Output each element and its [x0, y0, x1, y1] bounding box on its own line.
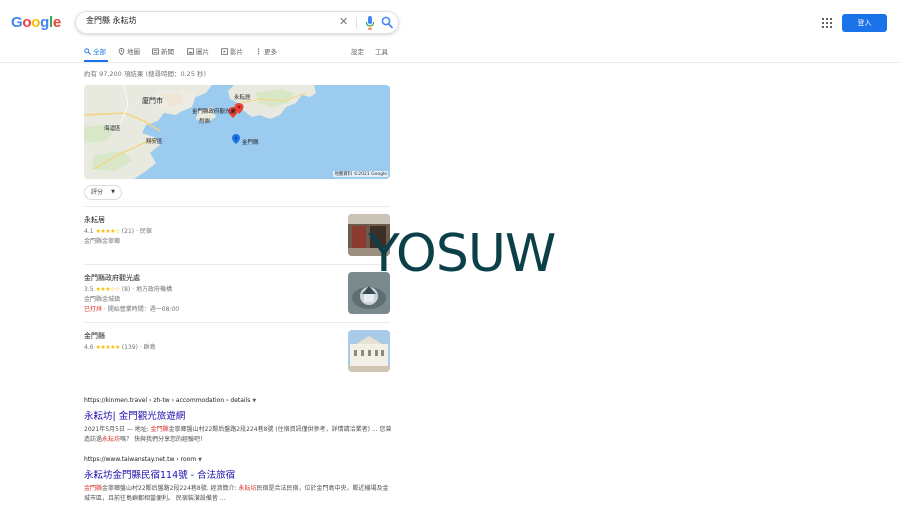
logo-letter: o: [22, 14, 32, 31]
tab-label: 更多: [264, 48, 277, 56]
logo-letter: g: [40, 14, 49, 31]
tab-more[interactable]: 更多: [255, 46, 277, 56]
tab-label: 新聞: [161, 48, 174, 56]
map-pin-icon: [118, 48, 125, 55]
map-label: 金門縣政府觀光處: [192, 109, 237, 115]
snippet-highlight: 永耘坊: [238, 485, 257, 492]
map-label: 永耘居: [234, 95, 251, 101]
result-snippet: 金門縣金寧鄉盤山村22鄰后盤路2段224巷8號. 經濟簡介: 永耘坊民宿是合法民…: [84, 484, 394, 504]
snippet-text: 2021年5月5日 — 地址:: [84, 426, 151, 433]
result-breadcrumb: https://www.taiwanstay.net.tw › room: [84, 456, 197, 463]
place-category: 民宿: [139, 228, 152, 235]
place-name: 金門縣政府觀光處: [84, 274, 140, 282]
map-label: 海滄區: [104, 126, 121, 132]
map-label: 金門縣: [242, 140, 259, 146]
rating-stars: ★★★☆☆: [95, 286, 120, 293]
snippet-text: 金寧鄉盤山村22鄰后盤路2段224巷8號. 經濟簡介:: [102, 485, 239, 492]
search-icon: [84, 48, 91, 55]
tab-all[interactable]: 全部: [84, 46, 106, 56]
result-url[interactable]: https://www.taiwanstay.net.tw › room ▼: [84, 456, 394, 463]
place-name: 永耘居: [84, 216, 105, 224]
chevron-down-icon[interactable]: ▼: [252, 398, 256, 404]
apps-grid-icon[interactable]: [822, 18, 832, 28]
result-snippet: 2021年5月5日 — 地址: 金門縣金寧鄉盤山村22鄰后盤路2段224巷8號 …: [84, 425, 394, 445]
place-result[interactable]: 金門縣政府觀光處 3.5 ★★★☆☆ (8) · 地方政府機構 金門縣金城鎮 已…: [84, 264, 390, 322]
video-icon: [221, 48, 228, 55]
web-result: https://kinmen.travel › zh-tw › accommod…: [84, 397, 394, 445]
result-title-link[interactable]: 永耘坊| 金門觀光旅遊網: [84, 408, 394, 422]
place-name: 金門縣: [84, 332, 105, 340]
result-stats: 約有 97,200 項結果 (搜尋時間：0.25 秒): [84, 70, 207, 78]
result-breadcrumb: https://kinmen.travel › zh-tw › accommod…: [84, 397, 251, 404]
place-photo[interactable]: [348, 330, 390, 372]
microphone-icon[interactable]: [365, 16, 375, 30]
tab-label: 地圖: [127, 48, 140, 56]
chevron-down-icon: ▼: [111, 189, 115, 195]
clear-icon[interactable]: ✕: [339, 16, 348, 28]
tab-videos[interactable]: 影片: [221, 46, 243, 56]
tab-images[interactable]: 圖片: [187, 46, 209, 56]
rating-filter-label: 評分: [91, 189, 104, 196]
rating-value: 4.6: [84, 344, 94, 351]
opening-hours: 開始營業時間：週一08:00: [107, 306, 180, 313]
place-rating: 3.5 ★★★☆☆ (8) · 地方政府機構: [84, 286, 173, 293]
tabs-divider: [0, 62, 900, 63]
tab-label: 影片: [230, 48, 243, 56]
place-category: 地方政府機構: [136, 286, 173, 293]
rating-value: 3.5: [84, 286, 94, 293]
map-credit: 地圖資料 ©2021 Google: [333, 171, 388, 177]
result-url[interactable]: https://kinmen.travel › zh-tw › accommod…: [84, 397, 394, 404]
closed-status: 已打烊: [84, 306, 103, 313]
chevron-down-icon[interactable]: ▼: [198, 457, 202, 463]
tab-label: 圖片: [196, 48, 209, 56]
place-result[interactable]: 永耘居 4.1 ★★★★☆ (21) · 民宿 金門縣金寧鄉: [84, 206, 390, 264]
tab-tools[interactable]: 工具: [375, 46, 388, 56]
map-label: 廈門市: [142, 97, 163, 105]
logo-letter: o: [31, 14, 41, 31]
place-rating: 4.6 ★★★★★ (139) · 群島: [84, 344, 156, 351]
local-map[interactable]: 廈門市 永耘居 金門縣政府觀光處 烈嶼 海滄區 翔安區 金門縣 地圖資料 ©20…: [84, 85, 390, 179]
review-count: (139): [121, 344, 138, 351]
place-rating: 4.1 ★★★★☆ (21) · 民宿: [84, 228, 152, 235]
web-result: https://www.taiwanstay.net.tw › room ▼ 永…: [84, 456, 394, 504]
search-input[interactable]: [86, 16, 326, 25]
rating-value: 4.1: [84, 228, 94, 235]
tab-news[interactable]: 新聞: [152, 46, 174, 56]
news-icon: [152, 48, 159, 55]
tab-settings[interactable]: 設定: [351, 46, 364, 56]
search-icon[interactable]: [381, 16, 393, 29]
watermark: YOSUW: [368, 224, 556, 284]
rating-stars: ★★★★★: [95, 344, 120, 351]
result-title-link[interactable]: 永耘坊金門縣民宿114號 - 合法旅宿: [84, 467, 394, 481]
snippet-text: 嗎？ 快與我們分享您的經驗吧！: [120, 436, 206, 443]
rating-stars: ★★★★☆: [95, 228, 120, 235]
map-label: 烈嶼: [199, 119, 211, 125]
rating-filter-chip[interactable]: 評分 ▼: [84, 185, 122, 200]
place-result[interactable]: 金門縣 4.6 ★★★★★ (139) · 群島: [84, 322, 390, 380]
google-logo[interactable]: Google: [11, 14, 61, 31]
review-count: (21): [121, 228, 135, 235]
logo-letter: G: [11, 14, 23, 31]
more-vert-icon: [257, 48, 260, 55]
sign-in-button[interactable]: 登入: [842, 14, 887, 32]
tab-label: 全部: [93, 48, 106, 56]
snippet-highlight: 金門縣: [150, 426, 169, 433]
tab-maps[interactable]: 地圖: [118, 46, 140, 56]
map-label: 翔安區: [146, 139, 163, 145]
search-divider: [356, 17, 357, 29]
snippet-highlight: 永耘坊: [102, 436, 121, 443]
place-category: 群島: [143, 344, 156, 351]
snippet-highlight: 金門縣: [84, 485, 103, 492]
place-location: 金門縣金城鎮: [84, 296, 121, 303]
logo-letter: e: [52, 14, 61, 31]
search-box: ✕: [75, 11, 399, 34]
place-location: 金門縣金寧鄉: [84, 238, 121, 245]
image-icon: [187, 48, 194, 55]
review-count: (8): [121, 286, 131, 293]
place-hours: 已打烊 · 開始營業時間：週一08:00: [84, 306, 180, 313]
